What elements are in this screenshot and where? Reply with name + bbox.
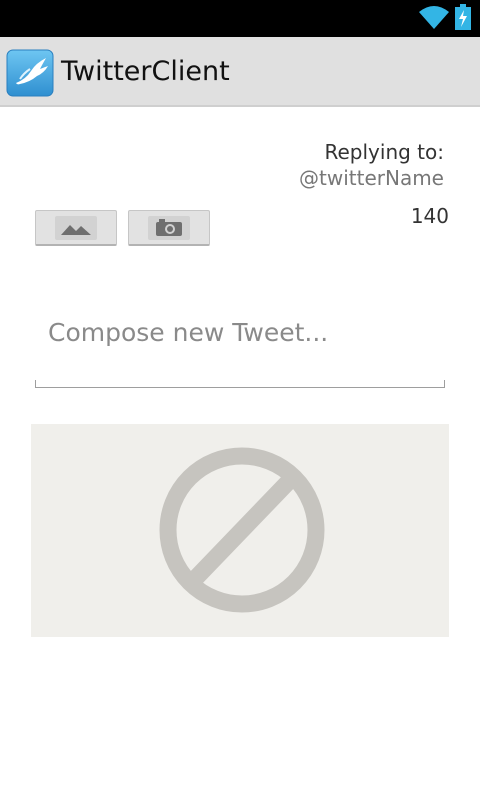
take-photo-button[interactable]: [128, 210, 210, 246]
bird-logo-icon[interactable]: [6, 49, 54, 97]
camera-icon: [148, 216, 190, 240]
compose-placeholder: Compose new Tweet...: [48, 318, 329, 347]
add-photo-button[interactable]: [35, 210, 117, 246]
character-counter: 140: [410, 204, 449, 228]
image-gallery-icon: [55, 216, 97, 240]
wifi-icon: [419, 6, 449, 29]
compose-tweet-input[interactable]: Compose new Tweet...: [35, 300, 445, 388]
attached-image-preview[interactable]: [31, 424, 449, 637]
replying-to-label: Replying to:: [324, 140, 445, 164]
action-bar: TwitterClient: [0, 37, 480, 107]
app-title: TwitterClient: [61, 56, 230, 87]
no-image-icon: [159, 447, 325, 613]
status-bar: [0, 0, 480, 37]
reply-username: @twitterName: [299, 166, 444, 190]
battery-charging-icon: [455, 4, 471, 30]
